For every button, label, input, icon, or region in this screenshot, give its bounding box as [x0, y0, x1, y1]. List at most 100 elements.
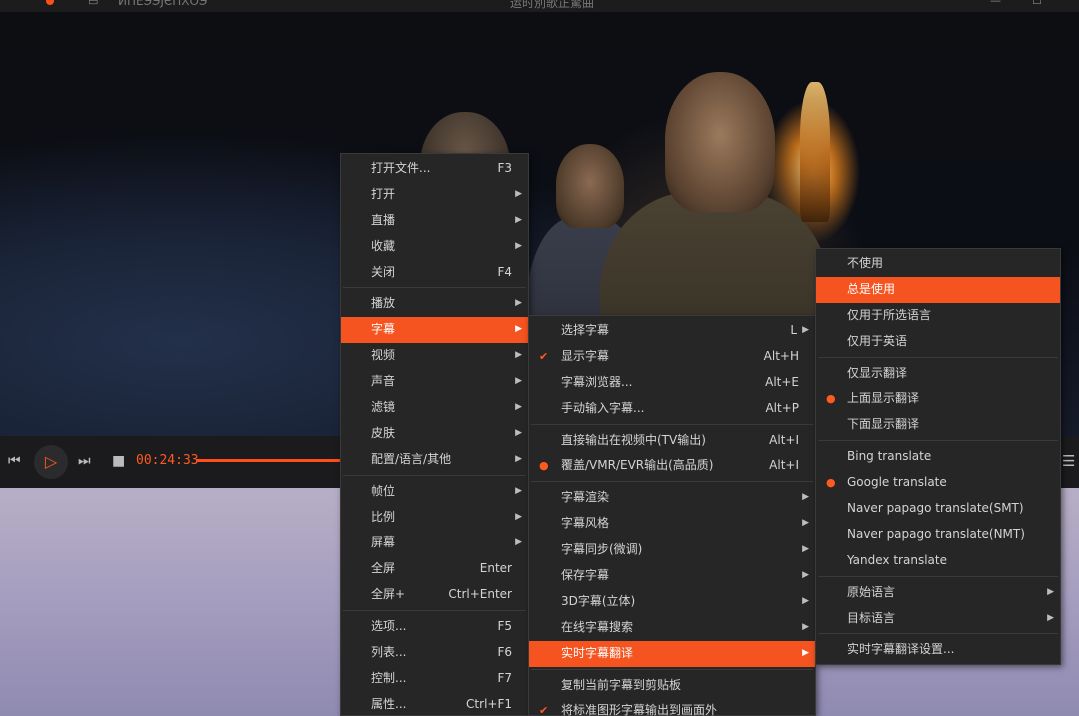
- progress-bar[interactable]: [196, 459, 342, 462]
- menu-item[interactable]: 控制... F7: [341, 666, 528, 692]
- menu-item[interactable]: 总是使用: [816, 276, 1060, 303]
- menu-item[interactable]: 在线字幕搜索 ▶: [529, 615, 815, 641]
- play-button[interactable]: ▷: [34, 445, 68, 479]
- menu-item-label: 字幕同步(微调): [561, 542, 643, 557]
- next-icon[interactable]: ⏭: [78, 436, 91, 488]
- menu-item-label: 控制...: [371, 670, 407, 685]
- menu-item-label: 列表...: [371, 645, 407, 660]
- submenu-arrow-icon: ▶: [515, 240, 522, 251]
- menu-item[interactable]: 选项... F5: [341, 614, 528, 640]
- menu-item[interactable]: ● Google translate: [816, 470, 1060, 496]
- monitor-icon[interactable]: ▭: [88, 0, 98, 8]
- menu-item[interactable]: 复制当前字幕到剪贴板: [529, 673, 815, 699]
- menu-item-label: 实时字幕翻译设置...: [847, 642, 955, 657]
- menu-item[interactable]: 下面显示翻译: [816, 412, 1060, 438]
- menu-item-label: 实时字幕翻译: [561, 645, 634, 660]
- menu-item[interactable]: 仅用于英语: [816, 329, 1060, 355]
- menu-item[interactable]: 实时字幕翻译设置...: [816, 637, 1060, 663]
- menu-item[interactable]: 选择字幕 L ▶: [529, 318, 815, 344]
- menu-item-label: 仅用于英语: [847, 333, 908, 348]
- menu-item[interactable]: ✔ 将标准图形字幕输出到画面外: [529, 698, 815, 716]
- video-figure: [556, 144, 624, 228]
- menu-item[interactable]: 全屏 Enter: [341, 556, 528, 582]
- menu-item[interactable]: 播放 ▶: [341, 291, 528, 317]
- menu-item-shortcut: Alt+I: [769, 458, 799, 473]
- menu-item[interactable]: 列表... F6: [341, 640, 528, 666]
- current-time: 00:24:33: [136, 453, 199, 468]
- subtitle-submenu: 选择字幕 L ▶ ✔ 显示字幕 Alt+H 字幕浏览器... Alt+E 手动输入字幕... Al…: [528, 315, 816, 716]
- menu-item-shortcut: F3: [497, 161, 512, 175]
- menu-item-label: 比例: [371, 509, 396, 524]
- menu-item[interactable]: 视频 ▶: [341, 343, 528, 369]
- submenu-arrow-icon: ▶: [802, 518, 809, 529]
- menu-item-shortcut: F7: [497, 670, 512, 685]
- menu-item-label: 全屏+: [371, 587, 406, 602]
- menu-item[interactable]: ● 覆盖/VMR/EVR输出(高品质) Alt+I: [529, 453, 815, 479]
- menu-item[interactable]: 仅显示翻译: [816, 361, 1060, 387]
- menu-item[interactable]: 打开 ▶: [341, 182, 528, 208]
- menu-item[interactable]: 收藏 ▶: [341, 234, 528, 260]
- menu-item[interactable]: 字幕渲染 ▶: [529, 485, 815, 511]
- menu-item-label: 打开文件...: [371, 161, 431, 175]
- menu-item[interactable]: Yandex translate: [816, 548, 1060, 574]
- menu-item[interactable]: 屏幕 ▶: [341, 530, 528, 556]
- check-icon: ✔: [539, 349, 549, 363]
- submenu-arrow-icon: ▶: [802, 647, 809, 658]
- menu-item[interactable]: 手动输入字幕... Alt+P: [529, 396, 815, 422]
- menu-item[interactable]: Bing translate: [816, 444, 1060, 470]
- menu-item-label: 仅显示翻译: [847, 365, 908, 380]
- menu-item[interactable]: 直接输出在视频中(TV输出) Alt+I: [529, 428, 815, 454]
- menu-item[interactable]: 全屏+ Ctrl+Enter: [341, 582, 528, 608]
- menu-item-label: 视频: [371, 348, 396, 363]
- menu-item[interactable]: 比例 ▶: [341, 505, 528, 531]
- menu-item[interactable]: ✔ 显示字幕 Alt+H: [529, 344, 815, 370]
- menu-item[interactable]: 打开文件... F3: [341, 156, 528, 182]
- menu-item-label: 上面显示翻译: [847, 391, 920, 406]
- menu-item[interactable]: 目标语言 ▶: [816, 606, 1060, 632]
- stop-icon[interactable]: ■: [112, 436, 125, 488]
- menu-item[interactable]: 关闭 F4: [341, 260, 528, 286]
- menu-item[interactable]: 帧位 ▶: [341, 479, 528, 505]
- menu-item[interactable]: 字幕 ▶: [341, 317, 528, 344]
- menu-item[interactable]: 保存字幕 ▶: [529, 563, 815, 589]
- menu-item[interactable]: 字幕风格 ▶: [529, 511, 815, 537]
- menu-item[interactable]: 字幕同步(微调) ▶: [529, 537, 815, 563]
- menu-item[interactable]: 皮肤 ▶: [341, 421, 528, 447]
- menu-item-shortcut: L: [790, 323, 797, 337]
- menu-item[interactable]: 声音 ▶: [341, 369, 528, 395]
- app-logo-icon[interactable]: [46, 0, 54, 5]
- menu-item[interactable]: 实时字幕翻译 ▶: [529, 640, 815, 667]
- previous-icon[interactable]: ⏮: [8, 436, 21, 488]
- menu-item-shortcut: Alt+P: [765, 400, 799, 415]
- menu-item-label: 显示字幕: [561, 348, 610, 363]
- video-figure: [665, 72, 775, 212]
- menu-item[interactable]: Naver papago translate(SMT): [816, 496, 1060, 522]
- menu-item-label: 字幕风格: [561, 516, 610, 531]
- submenu-arrow-icon: ▶: [802, 621, 809, 632]
- menu-item[interactable]: 3D字幕(立体) ▶: [529, 589, 815, 615]
- menu-item-shortcut: F4: [497, 264, 512, 279]
- minimize-icon[interactable]: —: [990, 0, 1001, 7]
- menu-item[interactable]: 原始语言 ▶: [816, 580, 1060, 606]
- menu-item[interactable]: 配置/语言/其他 ▶: [341, 447, 528, 473]
- menu-item[interactable]: 直播 ▶: [341, 208, 528, 234]
- menu-item[interactable]: 字幕浏览器... Alt+E: [529, 370, 815, 396]
- menu-item[interactable]: 滤镜 ▶: [341, 395, 528, 421]
- menu-item-label: 全屏: [371, 561, 396, 576]
- submenu-arrow-icon: ▶: [515, 427, 522, 438]
- context-menu-main: 打开文件... F3 打开 ▶ 直播 ▶ 收藏 ▶ 关闭 F4 播放 ▶ 字幕 ▶ 视频 ▶ 声音 ▶ 滤镜 ▶ 皮肤 ▶…: [340, 153, 529, 716]
- menu-item-shortcut: Alt+E: [765, 374, 799, 389]
- maximize-icon[interactable]: ☐: [1032, 0, 1042, 7]
- menu-item[interactable]: 仅用于所选语言: [816, 303, 1060, 329]
- submenu-arrow-icon: ▶: [515, 453, 522, 464]
- submenu-arrow-icon: ▶: [802, 544, 809, 555]
- menu-item[interactable]: ● 上面显示翻译: [816, 386, 1060, 412]
- submenu-arrow-icon: ▶: [515, 324, 522, 335]
- menu-item[interactable]: Naver papago translate(NMT): [816, 522, 1060, 548]
- menu-item-label: 字幕渲染: [561, 490, 610, 505]
- menu-item-label: 字幕: [371, 322, 396, 337]
- menu-item[interactable]: 属性... Ctrl+F1: [341, 692, 528, 716]
- menu-item[interactable]: 不使用: [816, 251, 1060, 277]
- menu-item-label: 选项...: [371, 619, 407, 634]
- playlist-icon[interactable]: ☰: [1062, 436, 1075, 486]
